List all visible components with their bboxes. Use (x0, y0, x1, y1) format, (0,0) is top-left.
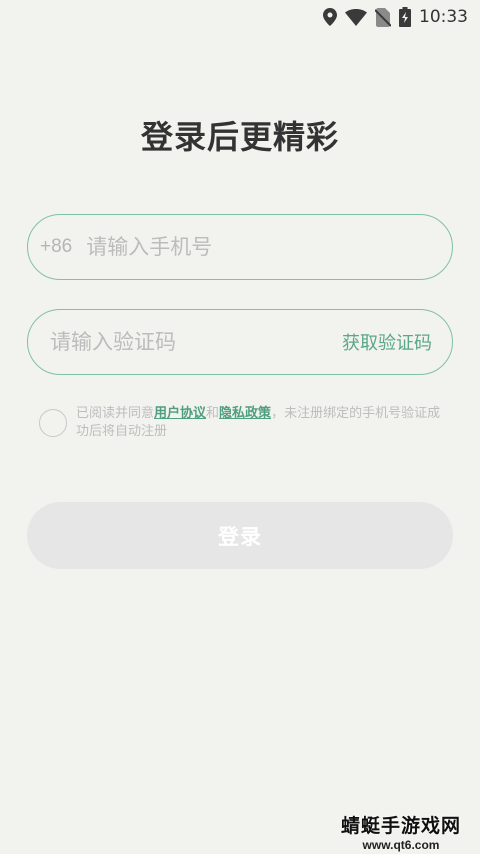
watermark-title: 蜻蜓手游戏网 (340, 815, 461, 837)
login-button[interactable]: 登录 (27, 502, 453, 569)
agreement-text: 已阅读并同意用户协议和隐私政策，未注册绑定的手机号验证成功后将自动注册 (76, 405, 448, 441)
phone-field[interactable]: +86 (27, 214, 453, 280)
code-input[interactable] (50, 330, 342, 354)
watermark: 蜻蜓手游戏网 www.qt6.com (336, 811, 466, 852)
phone-input[interactable] (86, 235, 452, 259)
country-code[interactable]: +86 (40, 236, 72, 258)
agreement-and: 和 (206, 406, 220, 421)
no-sim-icon (375, 7, 391, 27)
page-title: 登录后更精彩 (140, 118, 339, 156)
location-icon (323, 8, 337, 26)
agreement-checkbox[interactable] (39, 409, 67, 437)
agreement-prefix: 已阅读并同意 (76, 406, 155, 421)
get-code-button[interactable]: 获取验证码 (342, 329, 432, 355)
status-bar: 10:33 (0, 0, 480, 34)
user-agreement-link[interactable]: 用户协议 (154, 406, 206, 421)
agreement-row: 已阅读并同意用户协议和隐私政策，未注册绑定的手机号验证成功后将自动注册 (39, 405, 449, 441)
watermark-url: www.qt6.com (362, 838, 440, 852)
code-field[interactable]: 获取验证码 (27, 309, 453, 375)
status-time: 10:33 (419, 7, 468, 27)
battery-charging-icon (399, 7, 411, 27)
privacy-policy-link[interactable]: 隐私政策 (219, 406, 271, 421)
wifi-icon (345, 8, 367, 26)
